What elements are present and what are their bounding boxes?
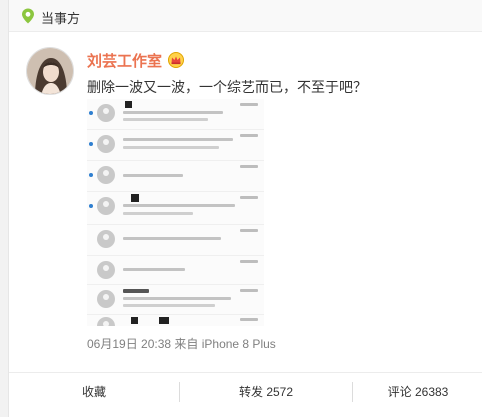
comment-button[interactable]: 评论 26383 — [353, 373, 482, 411]
favorite-button[interactable]: 收藏 — [9, 373, 179, 411]
image-list-item — [87, 285, 264, 315]
username-link[interactable]: 刘芸工作室 — [87, 50, 162, 71]
weibo-card: 当事方 刘芸工作室 删除一波又一波，一个综艺而已，不至于吧？ 06月19日 20… — [8, 0, 482, 417]
post-text: 删除一波又一波，一个综艺而已，不至于吧？ — [87, 79, 367, 95]
post-image[interactable] — [87, 99, 264, 326]
post-meta: 06月19日 20:38 来自 iPhone 8 Plus — [87, 337, 276, 351]
image-list-item — [87, 192, 264, 225]
crown-icon — [168, 52, 185, 68]
repost-button[interactable]: 转发 2572 — [180, 373, 352, 411]
image-list-item — [87, 256, 264, 285]
source-title[interactable]: 当事方 — [41, 8, 80, 27]
location-pin-icon — [22, 8, 34, 24]
source-bar: 当事方 — [9, 0, 482, 32]
user-row: 刘芸工作室 — [87, 50, 185, 70]
image-list-item — [87, 130, 264, 161]
action-bar: 收藏 转发 2572 评论 26383 — [9, 372, 482, 417]
image-list-item — [87, 315, 264, 326]
image-list-item — [87, 161, 264, 192]
avatar[interactable] — [26, 47, 74, 95]
image-list-item — [87, 99, 264, 130]
image-list-item — [87, 225, 264, 256]
